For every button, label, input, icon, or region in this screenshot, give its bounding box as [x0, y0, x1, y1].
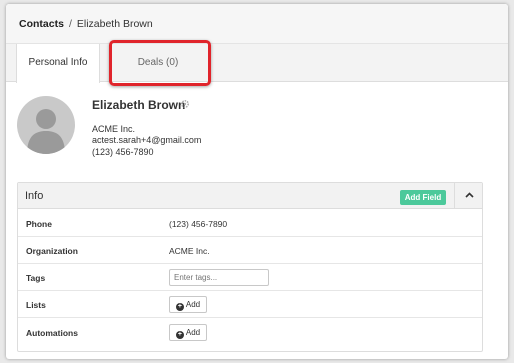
- add-button-label: Add: [185, 300, 201, 309]
- field-label: Organization: [26, 246, 78, 256]
- contact-email: actest.sarah+4@gmail.com: [92, 135, 202, 145]
- tags-input[interactable]: [169, 269, 269, 286]
- person-silhouette-icon: [27, 109, 65, 154]
- field-label: Phone: [26, 219, 52, 229]
- breadcrumb-separator: /: [68, 18, 72, 30]
- avatar: [17, 96, 75, 154]
- field-row-tags: Tags: [18, 264, 482, 291]
- field-value[interactable]: (123) 456-7890: [169, 219, 227, 229]
- info-panel: Info Add Field Phone (123) 456-7890 Orga…: [17, 182, 483, 352]
- tab-personal-info[interactable]: Personal Info: [16, 44, 100, 83]
- add-field-button[interactable]: Add Field: [400, 190, 446, 205]
- contact-page: Contacts / Elizabeth Brown Personal Info D…: [6, 4, 508, 359]
- field-label: Tags: [26, 273, 46, 283]
- breadcrumb-current: Elizabeth Brown: [76, 18, 153, 30]
- contact-phone: (123) 456-7890: [92, 147, 154, 157]
- breadcrumb-contacts-link[interactable]: Contacts: [19, 18, 64, 30]
- tab-bar: Personal Info Deals (0): [6, 44, 508, 83]
- contact-company: ACME Inc.: [92, 124, 136, 134]
- add-automation-button[interactable]: + Add: [169, 324, 207, 341]
- field-label: Automations: [26, 328, 78, 338]
- info-panel-header: Info Add Field: [18, 183, 482, 209]
- field-row-lists: Lists + Add: [18, 291, 482, 318]
- field-label: Lists: [26, 300, 46, 310]
- field-value[interactable]: ACME Inc.: [169, 246, 210, 256]
- field-row-phone: Phone (123) 456-7890: [18, 210, 482, 237]
- plus-circle-icon: +: [175, 331, 184, 339]
- contact-name: Elizabeth Brown: [92, 98, 186, 112]
- tab-highlight-annotation: [109, 40, 211, 86]
- breadcrumb: Contacts / Elizabeth Brown: [6, 4, 508, 44]
- field-row-automations: Automations + Add: [18, 319, 482, 346]
- gear-icon[interactable]: [180, 99, 190, 109]
- collapse-button[interactable]: [454, 183, 483, 209]
- info-panel-title: Info: [25, 190, 44, 202]
- add-button-label: Add: [185, 328, 201, 337]
- field-row-organization: Organization ACME Inc.: [18, 237, 482, 264]
- add-list-button[interactable]: + Add: [169, 296, 207, 313]
- plus-circle-icon: +: [175, 303, 184, 311]
- chevron-up-icon: [464, 192, 474, 198]
